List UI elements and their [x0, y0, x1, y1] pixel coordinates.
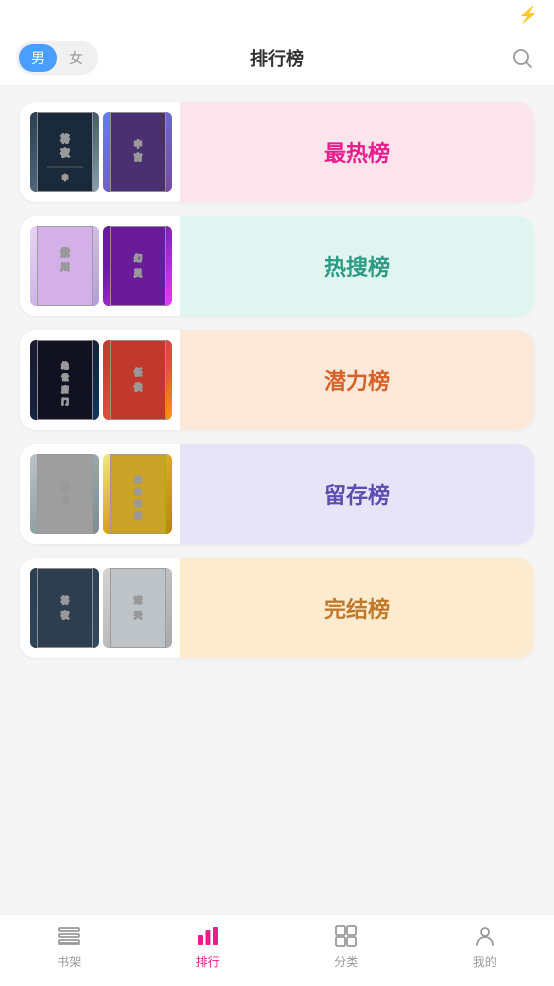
rank-label-area-search: 热搜榜	[180, 216, 534, 316]
rank-label-completed: 完结榜	[324, 592, 390, 624]
svg-text:夜: 夜	[59, 147, 70, 158]
nav-item-bookshelf[interactable]: 书架	[39, 923, 99, 970]
rank-label-area-retention: 留存榜	[180, 444, 534, 544]
book-covers-completed: 将 夜 遮 天	[20, 558, 180, 658]
book-covers-hot: 将 夜 中 中 古	[20, 102, 180, 202]
svg-text:神: 神	[134, 499, 141, 508]
nav-label-mine: 我的	[473, 953, 497, 970]
svg-text:世: 世	[61, 373, 68, 382]
header: 男 女 排行榜	[0, 30, 554, 86]
book-cover-search-1: 紫 川	[30, 226, 99, 306]
main-content: 将 夜 中 中 古 最热榜	[0, 86, 554, 914]
book-cover-retention-1: 遮 天	[30, 454, 99, 534]
svg-text:中: 中	[61, 174, 67, 182]
book-cover-potential-1: 绝 世 唐 门	[30, 340, 99, 420]
gender-female-btn[interactable]: 女	[57, 44, 95, 72]
book-covers-retention: 遮 天 麻 衣 神 道	[20, 444, 180, 544]
mine-icon	[472, 923, 498, 949]
svg-text:幻: 幻	[134, 253, 142, 263]
search-button[interactable]	[506, 42, 538, 74]
svg-text:古: 古	[134, 152, 142, 162]
nav-item-ranking[interactable]: 排行	[178, 923, 238, 970]
rank-label-area-potential: 潜力榜	[180, 330, 534, 430]
lightning-icon: ⚡	[518, 5, 538, 25]
gender-toggle[interactable]: 男 女	[16, 41, 98, 75]
svg-text:天: 天	[61, 497, 70, 506]
ranking-icon	[195, 923, 221, 949]
gender-male-btn[interactable]: 男	[19, 44, 57, 72]
svg-text:灵: 灵	[133, 269, 143, 278]
book-cover-completed-1: 将 夜	[30, 568, 99, 648]
book-cover-potential-2: 任 侠	[103, 340, 172, 420]
book-cover-completed-2: 遮 天	[103, 568, 172, 648]
rank-card-hot[interactable]: 将 夜 中 中 古 最热榜	[20, 102, 534, 202]
svg-text:天: 天	[134, 611, 143, 620]
category-icon	[333, 923, 359, 949]
svg-text:门: 门	[61, 397, 68, 406]
nav-label-ranking: 排行	[196, 953, 220, 970]
book-cover-hot-1: 将 夜 中	[30, 112, 99, 192]
svg-text:衣: 衣	[134, 487, 142, 496]
rank-label-hot: 最热榜	[324, 136, 390, 168]
rank-card-retention[interactable]: 遮 天 麻 衣 神 道 留存榜	[20, 444, 534, 544]
rank-card-potential[interactable]: 绝 世 唐 门 任 侠 潜力榜	[20, 330, 534, 430]
status-bar: ⚡	[0, 0, 554, 30]
rank-label-search: 热搜榜	[324, 250, 390, 282]
bookshelf-icon	[56, 923, 82, 949]
svg-text:遮: 遮	[61, 481, 69, 491]
svg-text:遮: 遮	[134, 595, 142, 605]
book-covers-search: 紫 川 幻 灵	[20, 216, 180, 316]
rank-label-retention: 留存榜	[324, 478, 390, 510]
rank-card-search[interactable]: 紫 川 幻 灵 热搜榜	[20, 216, 534, 316]
svg-text:将: 将	[60, 133, 69, 144]
book-cover-retention-2: 麻 衣 神 道	[103, 454, 172, 534]
nav-item-mine[interactable]: 我的	[455, 923, 515, 970]
svg-text:紫: 紫	[60, 247, 69, 258]
book-cover-search-2: 幻 灵	[103, 226, 172, 306]
rank-label-area-hot: 最热榜	[180, 102, 534, 202]
svg-text:将: 将	[61, 595, 69, 605]
bottom-nav: 书架 排行 分类	[0, 914, 554, 986]
svg-text:中: 中	[134, 139, 142, 149]
rank-card-completed[interactable]: 将 夜 遮 天 完结榜	[20, 558, 534, 658]
nav-label-category: 分类	[334, 953, 358, 970]
page-title: 排行榜	[250, 45, 304, 71]
book-cover-hot-2: 中 古	[103, 112, 172, 192]
book-covers-potential: 绝 世 唐 门 任 侠	[20, 330, 180, 430]
svg-text:麻: 麻	[133, 475, 142, 484]
svg-text:侠: 侠	[134, 382, 143, 392]
rank-label-area-completed: 完结榜	[180, 558, 534, 658]
svg-text:绝: 绝	[61, 361, 68, 370]
rank-label-potential: 潜力榜	[324, 364, 390, 396]
nav-item-category[interactable]: 分类	[316, 923, 376, 970]
svg-text:川: 川	[59, 262, 69, 272]
svg-text:任: 任	[133, 367, 142, 377]
svg-text:唐: 唐	[61, 385, 68, 394]
svg-text:道: 道	[134, 511, 141, 520]
nav-label-bookshelf: 书架	[57, 953, 81, 970]
svg-text:夜: 夜	[60, 610, 70, 620]
